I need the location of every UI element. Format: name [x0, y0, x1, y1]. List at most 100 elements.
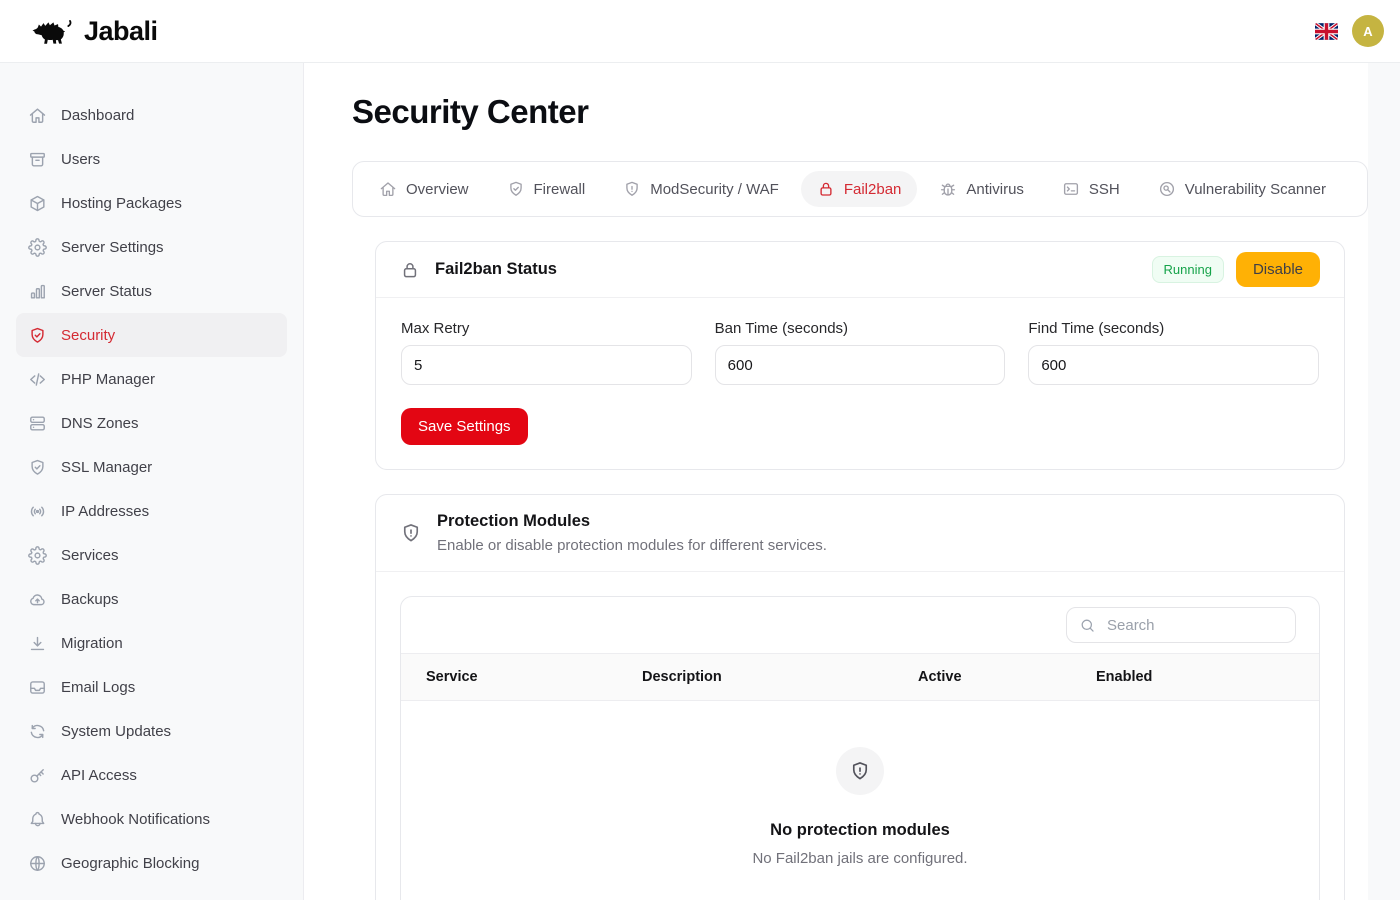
tab-label: Antivirus [966, 181, 1024, 198]
server-icon [28, 414, 47, 433]
sidebar-item-label: Hosting Packages [61, 195, 182, 212]
disable-button[interactable]: Disable [1236, 252, 1320, 287]
sidebar-item-system-updates[interactable]: System Updates [16, 709, 287, 753]
brand-name: Jabali [84, 16, 158, 47]
tab-label: Vulnerability Scanner [1185, 181, 1326, 198]
boar-icon [28, 14, 76, 48]
fail2ban-status-title: Fail2ban Status [435, 260, 557, 279]
sidebar-nav: Dashboard Users Hosting Packages Server Set… [0, 63, 304, 900]
tab-modsecurity-waf[interactable]: ModSecurity / WAF [607, 171, 795, 207]
sidebar-item-ssl-manager[interactable]: SSL Manager [16, 445, 287, 489]
empty-state: No protection modules No Fail2ban jails … [401, 701, 1319, 900]
column-header-description: Description [642, 654, 918, 701]
key-icon [28, 766, 47, 785]
sidebar-item-label: Server Settings [61, 239, 164, 256]
tab-ssh[interactable]: SSH [1046, 171, 1136, 207]
empty-state-title: No protection modules [770, 821, 950, 840]
sidebar-item-ip-addresses[interactable]: IP Addresses [16, 489, 287, 533]
archive-icon [28, 150, 47, 169]
page-title: Security Center [352, 93, 1368, 131]
home-icon [379, 180, 397, 198]
inbox-icon [28, 678, 47, 697]
sidebar-item-webhook-notifications[interactable]: Webhook Notifications [16, 797, 287, 841]
tab-firewall[interactable]: Firewall [491, 171, 602, 207]
package-icon [28, 194, 47, 213]
sidebar-item-hosting-packages[interactable]: Hosting Packages [16, 181, 287, 225]
sidebar-item-label: Email Logs [61, 679, 135, 696]
protection-modules-card: Protection Modules Enable or disable pro… [375, 494, 1345, 900]
topbar-right: A [1315, 15, 1384, 47]
sidebar-item-label: DNS Zones [61, 415, 139, 432]
max-retry-input[interactable] [401, 345, 692, 385]
sidebar-item-security[interactable]: Security [16, 313, 287, 357]
protection-modules-description: Enable or disable protection modules for… [437, 537, 827, 554]
sidebar-item-users[interactable]: Users [16, 137, 287, 181]
user-avatar[interactable]: A [1352, 15, 1384, 47]
globe-icon [28, 854, 47, 873]
gear-icon [28, 238, 47, 257]
language-flag-icon[interactable] [1315, 23, 1338, 40]
search-input[interactable] [1105, 616, 1308, 635]
column-header-active: Active [918, 654, 1096, 701]
find-time-seconds-input[interactable] [1028, 345, 1319, 385]
search-box [1066, 607, 1296, 643]
ban-time-seconds-input[interactable] [715, 345, 1006, 385]
download-icon [28, 634, 47, 653]
gear-icon [28, 546, 47, 565]
sidebar-item-server-settings[interactable]: Server Settings [16, 225, 287, 269]
shield-alert-icon [849, 760, 871, 782]
table-header-row: ServiceDescriptionActiveEnabled [401, 654, 1319, 701]
sidebar-item-label: Migration [61, 635, 123, 652]
chart-icon [28, 282, 47, 301]
sidebar-item-label: Dashboard [61, 107, 134, 124]
field-find-time-seconds: Find Time (seconds) [1028, 320, 1319, 385]
column-header-enabled: Enabled [1096, 654, 1319, 701]
sidebar-item-php-manager[interactable]: PHP Manager [16, 357, 287, 401]
sidebar-item-dashboard[interactable]: Dashboard [16, 93, 287, 137]
refresh-icon [28, 722, 47, 741]
sidebar-item-backups[interactable]: Backups [16, 577, 287, 621]
fail2ban-status-header: Fail2ban Status Running Disable [376, 242, 1344, 298]
sidebar-item-email-logs[interactable]: Email Logs [16, 665, 287, 709]
sidebar-item-label: SSL Manager [61, 459, 152, 476]
tab-antivirus[interactable]: Antivirus [923, 171, 1040, 207]
terminal-icon [1062, 180, 1080, 198]
empty-state-icon-circle [836, 747, 884, 795]
sidebar-item-services[interactable]: Services [16, 533, 287, 577]
field-max-retry: Max Retry [401, 320, 692, 385]
sidebar-item-server-status[interactable]: Server Status [16, 269, 287, 313]
tab-overview[interactable]: Overview [363, 171, 485, 207]
sidebar-item-label: Server Status [61, 283, 152, 300]
sidebar-item-api-access[interactable]: API Access [16, 753, 287, 797]
app-shell: Dashboard Users Hosting Packages Server Set… [0, 63, 1400, 900]
home-icon [28, 106, 47, 125]
shield-alert-icon [400, 522, 422, 544]
sidebar-item-migration[interactable]: Migration [16, 621, 287, 665]
sidebar-item-dns-zones[interactable]: DNS Zones [16, 401, 287, 445]
tab-fail2ban[interactable]: Fail2ban [801, 171, 918, 207]
protection-modules-header: Protection Modules Enable or disable pro… [376, 495, 1344, 572]
shield-alert-icon [623, 180, 641, 198]
avatar-initial: A [1363, 24, 1372, 39]
save-settings-button[interactable]: Save Settings [401, 408, 528, 445]
tab-label: Firewall [534, 181, 586, 198]
sidebar-item-label: IP Addresses [61, 503, 149, 520]
sidebar-item-label: System Updates [61, 723, 171, 740]
lock-icon [817, 180, 835, 198]
fail2ban-status-card: Fail2ban Status Running Disable Max Retr… [375, 241, 1345, 470]
protection-modules-title: Protection Modules [437, 512, 827, 531]
tab-label: Fail2ban [844, 181, 902, 198]
bug-icon [939, 180, 957, 198]
sidebar-item-label: PHP Manager [61, 371, 155, 388]
cloud-up-icon [28, 590, 47, 609]
column-header-service: Service [401, 654, 642, 701]
tab-vulnerability-scanner[interactable]: Vulnerability Scanner [1142, 171, 1342, 207]
brand-logo[interactable]: Jabali [28, 14, 158, 48]
sidebar-item-label: Backups [61, 591, 119, 608]
fail2ban-settings-fields: Max Retry Ban Time (seconds) Find Time (se… [401, 320, 1319, 385]
field-label: Ban Time (seconds) [715, 320, 1006, 337]
tab-label: ModSecurity / WAF [650, 181, 779, 198]
shield-check-icon [28, 458, 47, 477]
search-circle-icon [1158, 180, 1176, 198]
sidebar-item-geographic-blocking[interactable]: Geographic Blocking [16, 841, 287, 885]
